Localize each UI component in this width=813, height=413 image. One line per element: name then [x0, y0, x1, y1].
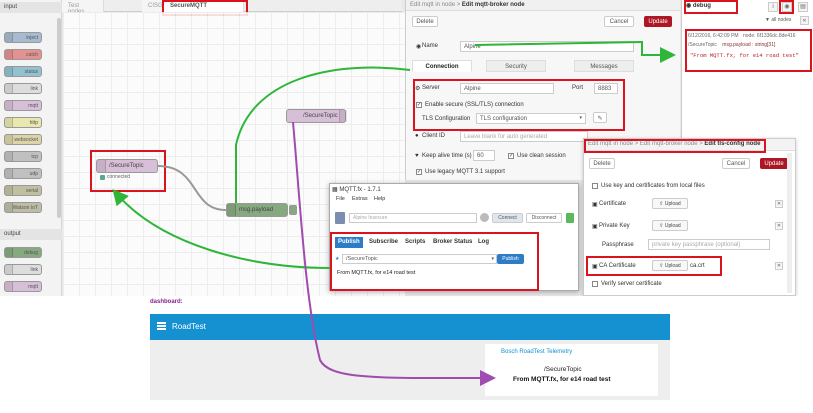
broker-breadcrumb[interactable]: Edit mqtt in node > — [410, 2, 460, 8]
highlight-debug-icon — [779, 0, 794, 14]
private-key-delete-icon[interactable]: ✕ — [775, 222, 783, 230]
name-input[interactable]: Alpine — [460, 41, 634, 52]
tls-cancel-button[interactable]: Cancel — [722, 158, 750, 169]
mqttfx-menubar: File Extras Help — [330, 196, 578, 206]
debug-filter[interactable]: ▼ all nodes — [765, 17, 791, 23]
connect-button[interactable]: Connect — [492, 213, 523, 223]
name-label: Name — [422, 43, 439, 49]
highlight-ca-certificate — [586, 256, 722, 276]
highlight-server-tls — [413, 79, 625, 131]
tls-delete-button[interactable]: Delete — [589, 158, 615, 169]
private-key-upload-button[interactable]: ⇧ Upload — [652, 220, 688, 231]
passphrase-input[interactable]: private key passphrase (optional) — [648, 239, 770, 250]
profile-select[interactable]: Alpine Insecure — [349, 213, 477, 223]
legacy-label: Use legacy MQTT 3.1 support — [425, 169, 505, 175]
broker-update-button[interactable]: Update — [644, 16, 672, 27]
client-id-label: Client ID — [422, 133, 446, 139]
profile-icon — [335, 212, 345, 224]
broker-cancel-button[interactable]: Cancel — [604, 16, 634, 27]
certificate-upload-label: Upload — [664, 201, 681, 207]
tls-update-button[interactable]: Update — [760, 158, 788, 169]
menu-icon[interactable] — [157, 322, 166, 330]
highlight-debug-tab — [684, 0, 738, 14]
private-key-upload-label: Upload — [664, 223, 681, 229]
certificate-delete-icon[interactable]: ✕ — [775, 200, 783, 208]
keepalive-label: Keep alive time (s) — [422, 153, 472, 159]
legacy-checkbox[interactable]: ✓ — [416, 169, 422, 175]
dashboard-icon[interactable]: ▤ — [798, 2, 808, 12]
menu-file[interactable]: File — [336, 196, 345, 202]
dashboard-toolbar: RoadTest — [150, 314, 670, 340]
connection-status-icon — [566, 213, 574, 223]
passphrase-label: Passphrase — [602, 242, 634, 248]
tag-icon: ● — [415, 133, 419, 139]
heart-icon: ♥ — [415, 153, 419, 159]
mqttfx-title: MQTT.fx - 1.7.1 — [339, 187, 381, 193]
verify-label: Verify server certificate — [601, 281, 662, 287]
dashboard-title: RoadTest — [172, 322, 206, 331]
broker-panel-header: Edit mqtt in node > Edit mqtt-broker nod… — [406, 0, 680, 11]
file-icon: ▣ — [592, 202, 598, 208]
disconnect-button[interactable]: Disconnect — [526, 213, 562, 223]
menu-extras[interactable]: Extras — [352, 196, 368, 202]
tab-messages[interactable]: Messages — [574, 60, 634, 72]
clean-session-checkbox[interactable]: ✓ — [508, 153, 514, 159]
mqttfx-app-icon: ▦ — [332, 187, 338, 193]
highlight-publish-panel — [330, 232, 539, 291]
tls-scrollbar[interactable] — [787, 153, 792, 293]
use-key-checkbox[interactable] — [592, 183, 598, 189]
highlight-tls-header — [584, 139, 766, 153]
trash-icon[interactable]: ✕ — [800, 16, 809, 25]
mqttfx-titlebar: ▦ MQTT.fx - 1.7.1 — [332, 186, 381, 193]
broker-panel-title: Edit mqtt-broker node — [461, 2, 525, 8]
ca-delete-icon[interactable]: ✕ — [775, 262, 783, 270]
verify-checkbox[interactable] — [592, 281, 598, 287]
info-icon[interactable]: i — [768, 2, 778, 12]
debug-filter-label: all nodes — [771, 17, 792, 23]
dashboard-label: dashboard: — [150, 299, 183, 305]
card-message: From MQTT.fx, for e14 road test — [513, 376, 611, 383]
filter-icon: ▼ — [765, 17, 770, 23]
highlight-debug-message — [685, 29, 812, 72]
clean-session-label: Use clean session — [517, 153, 566, 159]
card-title: Bosch RoadTest Telemetry — [501, 349, 573, 355]
card-topic: /SecureTopic — [544, 366, 582, 373]
private-key-label: Private Key — [599, 223, 630, 229]
name-label-icon: ◉ — [416, 44, 422, 50]
broker-delete-button[interactable]: Delete — [412, 16, 438, 27]
tab-connection[interactable]: Connection — [412, 60, 472, 72]
use-key-label: Use key and certificates from local file… — [601, 183, 705, 189]
menu-help[interactable]: Help — [374, 196, 385, 202]
certificate-label: Certificate — [599, 201, 627, 207]
settings-icon[interactable] — [480, 213, 489, 222]
tab-security[interactable]: Security — [486, 60, 546, 72]
client-id-input[interactable]: Leave blank for auto generated — [460, 131, 588, 142]
mqttfx-window: ▦ MQTT.fx - 1.7.1 File Extras Help Alpin… — [329, 183, 579, 291]
keepalive-input[interactable]: 60 — [473, 150, 495, 161]
certificate-upload-button[interactable]: ⇧ Upload — [652, 198, 688, 209]
key-icon: ▣ — [592, 224, 598, 230]
edit-tls-config-panel: Edit mqtt in node > Edit mqtt-broker nod… — [583, 138, 796, 296]
